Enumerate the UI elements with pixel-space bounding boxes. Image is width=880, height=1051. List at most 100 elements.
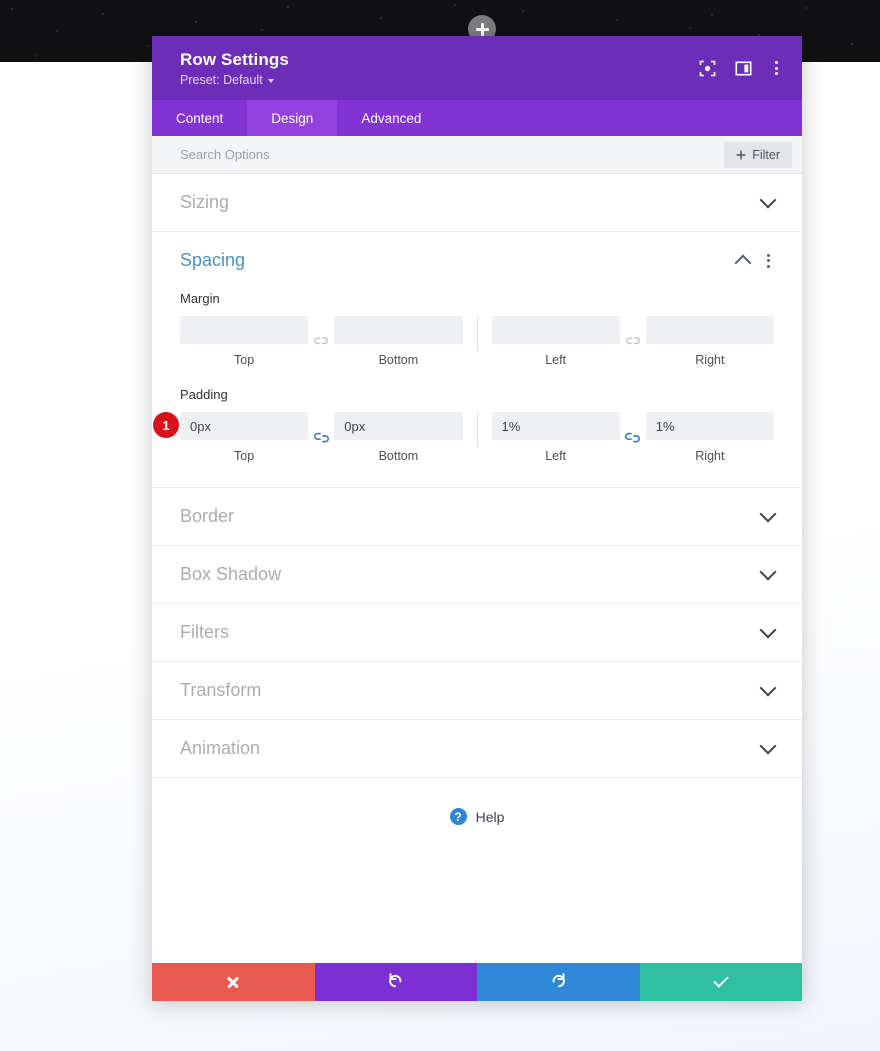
padding-left-caption: Left <box>492 449 620 463</box>
padding-horizontal-pair: Left Right <box>492 412 775 463</box>
section-sizing-controls <box>762 199 774 206</box>
chevron-up-icon[interactable] <box>735 254 752 271</box>
chevron-down-icon[interactable] <box>760 564 777 581</box>
undo-button[interactable] <box>315 963 478 1001</box>
margin-bottom-input[interactable] <box>334 316 462 344</box>
margin-bottom-cell: Bottom <box>334 316 462 367</box>
padding-vertical-pair: Top Bottom <box>180 412 463 463</box>
margin-label: Margin <box>180 291 774 306</box>
cancel-button[interactable] <box>152 963 315 1001</box>
status-badge: 1 <box>153 412 179 438</box>
tab-bar: Content Design Advanced <box>152 100 802 136</box>
settings-body: Sizing Spacing Margin <box>152 174 802 963</box>
modal-footer <box>152 963 802 1001</box>
padding-field-group: 1 Top <box>180 412 774 463</box>
plus-icon <box>476 23 489 36</box>
tab-design[interactable]: Design <box>247 100 337 136</box>
padding-horizontal-link-icon[interactable] <box>620 424 646 452</box>
section-border-controls <box>762 513 774 520</box>
section-spacing-controls <box>737 252 774 270</box>
margin-top-cell: Top <box>180 316 308 367</box>
padding-bottom-input[interactable] <box>334 412 462 440</box>
search-bar: Filter <box>152 136 802 174</box>
section-transform: Transform <box>152 662 802 720</box>
search-input[interactable] <box>180 147 724 162</box>
checkmark-icon <box>713 972 729 988</box>
section-box-shadow-label: Box Shadow <box>180 564 281 585</box>
header-icon-group <box>699 59 782 77</box>
save-button[interactable] <box>640 963 803 1001</box>
margin-right-cell: Right <box>646 316 774 367</box>
margin-bottom-caption: Bottom <box>334 353 462 367</box>
section-animation-header[interactable]: Animation <box>180 720 774 777</box>
margin-vertical-pair: Top Bottom <box>180 316 463 367</box>
filter-button-label: Filter <box>752 148 780 162</box>
section-filters: Filters <box>152 604 802 662</box>
section-filters-controls <box>762 629 774 636</box>
chevron-down-icon[interactable] <box>760 506 777 523</box>
section-box-shadow-header[interactable]: Box Shadow <box>180 546 774 603</box>
page-title: Row Settings <box>180 50 289 70</box>
margin-top-caption: Top <box>180 353 308 367</box>
margin-top-input[interactable] <box>180 316 308 344</box>
margin-field-group: Top Bottom <box>180 316 774 367</box>
chevron-down-icon <box>268 79 274 83</box>
preset-label: Preset: Default <box>180 73 263 87</box>
padding-bottom-cell: Bottom <box>334 412 462 463</box>
section-box-shadow: Box Shadow <box>152 546 802 604</box>
padding-right-input[interactable] <box>646 412 774 440</box>
section-animation: Animation <box>152 720 802 778</box>
redo-arrow-icon <box>550 971 567 993</box>
section-sizing-header[interactable]: Sizing <box>180 174 774 231</box>
section-spacing: Spacing Margin Top <box>152 232 802 488</box>
margin-left-cell: Left <box>492 316 620 367</box>
section-filters-header[interactable]: Filters <box>180 604 774 661</box>
padding-divider <box>477 412 478 446</box>
redo-button[interactable] <box>477 963 640 1001</box>
modal-header: Row Settings Preset: Default <box>152 36 802 100</box>
spacing-content: Margin Top <box>180 289 774 487</box>
padding-bottom-caption: Bottom <box>334 449 462 463</box>
section-border-header[interactable]: Border <box>180 488 774 545</box>
filter-button[interactable]: Filter <box>724 142 792 168</box>
help-label: Help <box>476 809 505 825</box>
section-border: Border <box>152 488 802 546</box>
margin-horizontal-unlink-icon[interactable] <box>620 328 646 356</box>
overflow-menu-icon[interactable] <box>771 59 782 77</box>
section-spacing-label: Spacing <box>180 250 245 271</box>
section-overflow-menu-icon[interactable] <box>763 252 774 270</box>
layout-panel-icon[interactable] <box>735 60 752 77</box>
modal-title-group: Row Settings Preset: Default <box>180 50 289 87</box>
chevron-down-icon[interactable] <box>760 680 777 697</box>
section-border-label: Border <box>180 506 234 527</box>
padding-right-caption: Right <box>646 449 774 463</box>
chevron-down-icon[interactable] <box>760 192 777 209</box>
padding-label: Padding <box>180 387 774 402</box>
chevron-down-icon[interactable] <box>760 738 777 755</box>
padding-left-input[interactable] <box>492 412 620 440</box>
section-transform-header[interactable]: Transform <box>180 662 774 719</box>
close-x-icon <box>226 975 240 989</box>
section-spacing-header[interactable]: Spacing <box>180 232 774 289</box>
section-animation-label: Animation <box>180 738 260 759</box>
margin-left-input[interactable] <box>492 316 620 344</box>
section-transform-label: Transform <box>180 680 261 701</box>
focus-target-icon[interactable] <box>699 60 716 77</box>
margin-vertical-unlink-icon[interactable] <box>308 328 334 356</box>
padding-top-caption: Top <box>180 449 308 463</box>
preset-selector[interactable]: Preset: Default <box>180 73 289 87</box>
tab-advanced[interactable]: Advanced <box>337 100 445 136</box>
section-sizing: Sizing <box>152 174 802 232</box>
tab-content[interactable]: Content <box>152 100 247 136</box>
section-animation-controls <box>762 745 774 752</box>
padding-top-input[interactable] <box>180 412 308 440</box>
padding-vertical-link-icon[interactable] <box>308 424 334 452</box>
help-link[interactable]: ? Help <box>152 778 802 855</box>
margin-right-input[interactable] <box>646 316 774 344</box>
chevron-down-icon[interactable] <box>760 622 777 639</box>
margin-horizontal-pair: Left Right <box>492 316 775 367</box>
padding-top-cell: Top <box>180 412 308 463</box>
padding-left-cell: Left <box>492 412 620 463</box>
section-box-shadow-controls <box>762 571 774 578</box>
section-transform-controls <box>762 687 774 694</box>
